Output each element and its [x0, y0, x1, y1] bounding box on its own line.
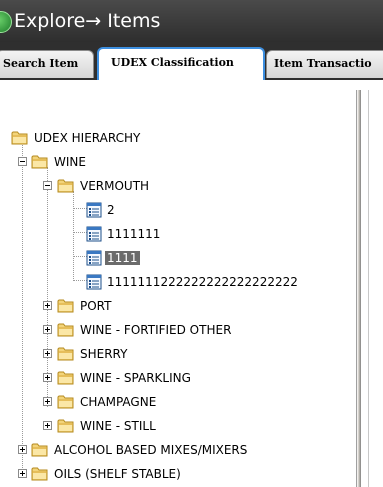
- detail-pane: [361, 90, 383, 487]
- tab-item-transactions[interactable]: Item Transactio: [266, 50, 383, 78]
- folder-icon: [57, 298, 75, 314]
- tree-node-label[interactable]: UDEX HIERARCHY: [32, 131, 142, 145]
- tree-item-label[interactable]: 2: [105, 203, 117, 217]
- item-document-icon: [85, 274, 103, 290]
- folder-icon: [57, 394, 75, 410]
- tree-connector: [47, 167, 48, 407]
- tree-item-label[interactable]: 1111: [105, 251, 140, 265]
- expand-icon[interactable]: [18, 445, 27, 454]
- expand-icon[interactable]: [43, 373, 52, 382]
- item-document-icon: [85, 226, 103, 242]
- folder-icon: [11, 130, 29, 146]
- tree-node-label[interactable]: VERMOUTH: [78, 179, 151, 193]
- detail-pane-divider: [368, 90, 369, 487]
- tab-search-item[interactable]: Search Item: [0, 50, 94, 78]
- folder-icon: [57, 322, 75, 338]
- tree-node-label[interactable]: WINE - STILL: [78, 419, 158, 433]
- expand-icon[interactable]: [18, 469, 27, 478]
- tree-item-label[interactable]: 1111111: [105, 227, 162, 241]
- expand-icon[interactable]: [43, 325, 52, 334]
- window-title: Explore→ Items: [14, 10, 161, 32]
- expand-icon[interactable]: [43, 349, 52, 358]
- tree-node-label[interactable]: WINE: [52, 155, 88, 169]
- tree-node-label[interactable]: CHAMPAGNE: [78, 395, 158, 409]
- tree-item-label[interactable]: 1111111222222222222222222: [105, 275, 300, 289]
- tab-udex-classification[interactable]: UDEX Classification: [97, 47, 265, 80]
- folder-icon: [31, 442, 49, 458]
- expand-icon[interactable]: [43, 301, 52, 310]
- content-area: UDEX HIERARCHY WINE VERMOUTH 2 1111111 1…: [0, 80, 383, 487]
- tree-node-label[interactable]: WINE - SPARKLING: [78, 371, 193, 385]
- tree-node-label[interactable]: OILS (SHELF STABLE): [52, 467, 183, 481]
- expand-icon[interactable]: [43, 397, 52, 406]
- app-logo-icon: [0, 11, 12, 33]
- tree-node-label[interactable]: SHERRY: [78, 347, 129, 361]
- folder-open-icon: [57, 178, 75, 194]
- tree-connector: [73, 191, 74, 281]
- tab-strip: Search Item Item Transactio UDEX Classif…: [0, 42, 383, 80]
- folder-icon: [31, 466, 49, 482]
- folder-icon: [57, 346, 75, 362]
- collapse-icon[interactable]: [43, 181, 52, 190]
- tree-node-label[interactable]: PORT: [78, 299, 113, 313]
- tree-node-label[interactable]: ALCOHOL BASED MIXES/MIXERS: [52, 443, 249, 457]
- item-document-icon: [85, 202, 103, 218]
- tree-node-label[interactable]: WINE - FORTIFIED OTHER: [78, 323, 233, 337]
- tree-connector: [22, 143, 23, 470]
- folder-open-icon: [31, 154, 49, 170]
- collapse-icon[interactable]: [18, 157, 27, 166]
- folder-icon: [57, 418, 75, 434]
- udex-tree-pane: UDEX HIERARCHY WINE VERMOUTH 2 1111111 1…: [3, 90, 356, 487]
- title-bar: Explore→ Items: [0, 0, 383, 42]
- item-document-icon: [85, 250, 103, 266]
- folder-icon: [57, 370, 75, 386]
- expand-icon[interactable]: [43, 421, 52, 430]
